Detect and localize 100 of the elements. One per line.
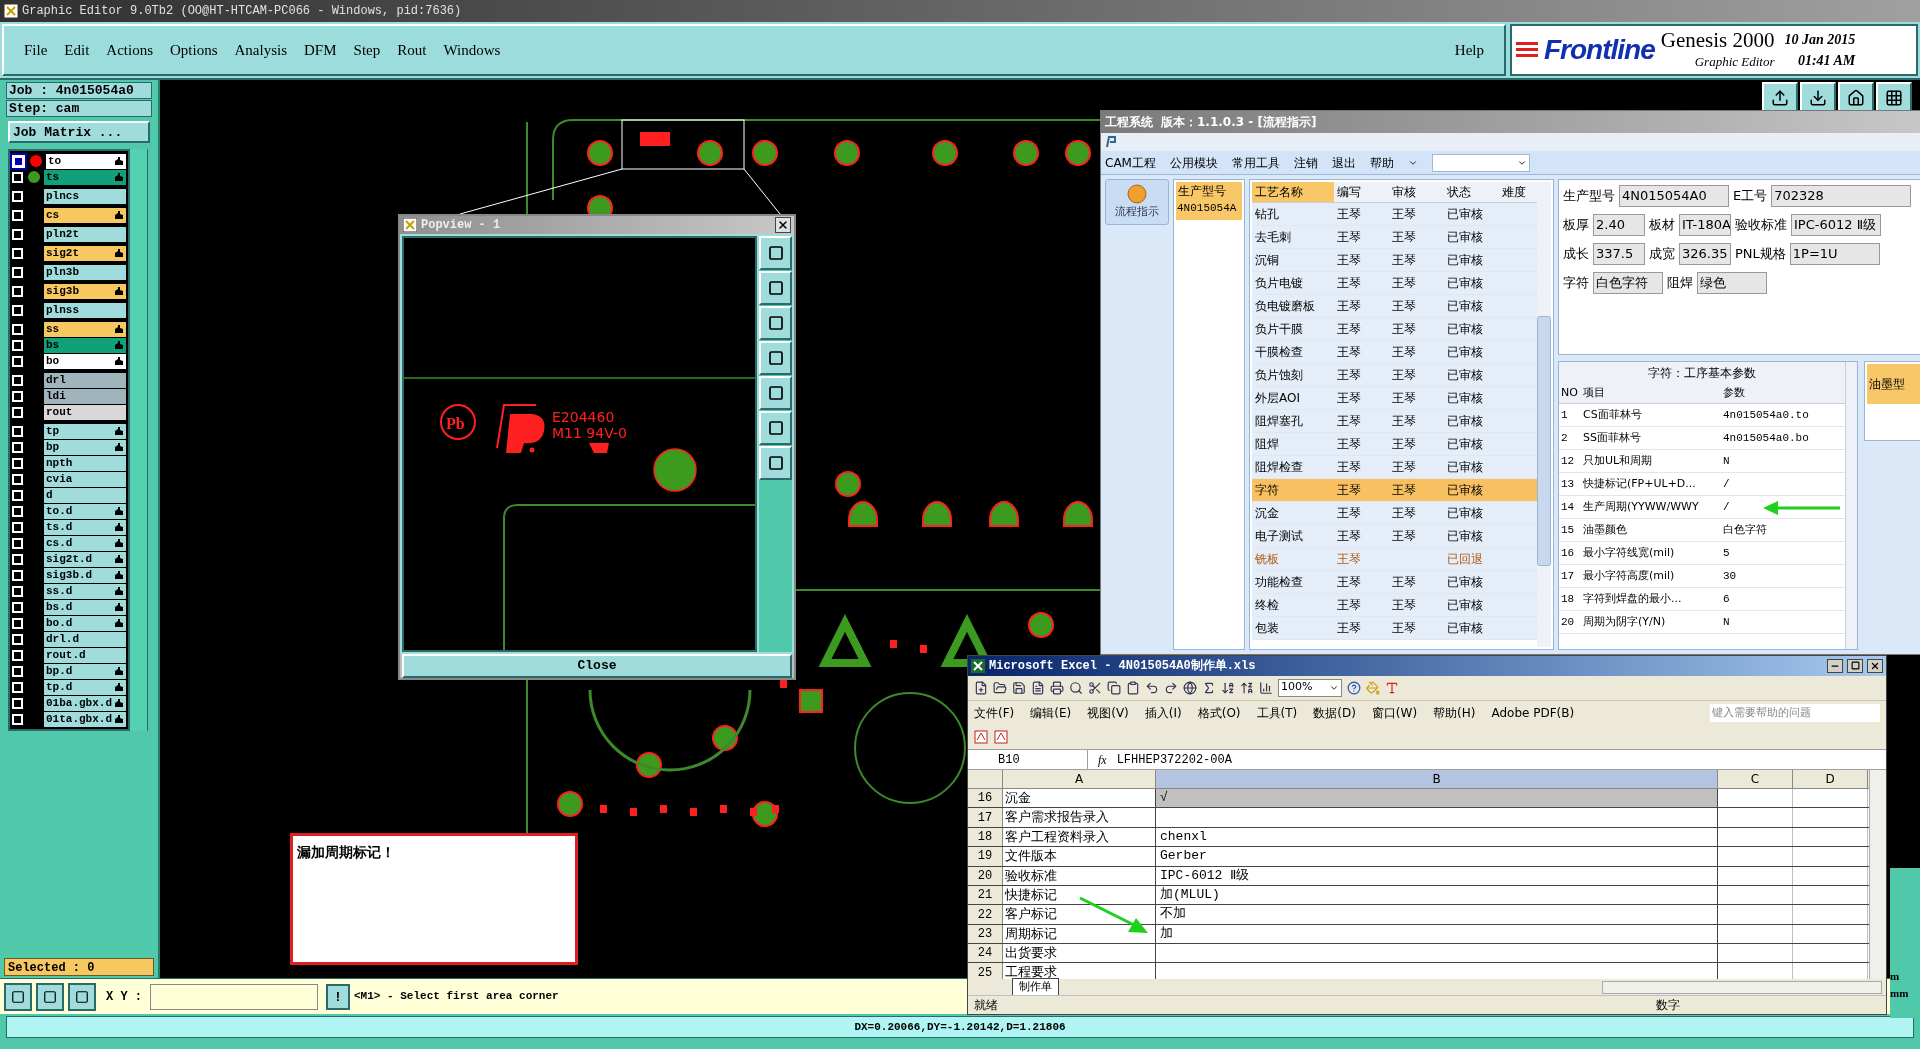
menu-item[interactable]: Edit	[64, 38, 90, 62]
font-color-icon[interactable]	[1385, 680, 1399, 695]
layer-name[interactable]: cvia	[44, 471, 126, 487]
help-icon[interactable]	[1347, 680, 1361, 695]
layer-checkbox[interactable]	[12, 569, 23, 581]
process-row[interactable]: 字符 王琴 王琴 已审核	[1252, 479, 1537, 502]
layer-name[interactable]: tp	[44, 423, 126, 439]
warning-button[interactable]: !	[326, 983, 350, 1010]
close-button[interactable]	[775, 217, 791, 233]
menu-item[interactable]: 公用模块	[1169, 153, 1218, 172]
layer-checkbox[interactable]	[12, 665, 23, 677]
model-item[interactable]: 4N015054A	[1176, 200, 1242, 220]
layer-checkbox[interactable]	[12, 266, 23, 278]
field-value[interactable]: 326.35	[1679, 243, 1731, 265]
tool-button[interactable]	[4, 982, 32, 1011]
field-value[interactable]: IT-180A	[1679, 214, 1731, 236]
layer-checkbox[interactable]	[12, 374, 23, 386]
menu-item[interactable]: Options	[170, 38, 218, 62]
layer-name[interactable]: d	[44, 487, 126, 503]
column-header[interactable]: 难度	[1499, 182, 1536, 202]
new-file-icon[interactable]	[974, 680, 988, 695]
layer-checkbox[interactable]	[12, 247, 23, 259]
document-icon[interactable]	[1031, 680, 1045, 695]
layer-checkbox[interactable]	[12, 457, 23, 469]
layer-checkbox[interactable]	[12, 323, 23, 335]
layer-name[interactable]: ss	[44, 321, 126, 337]
field-value[interactable]: IPC-6012 Ⅱ级	[1791, 214, 1881, 236]
menu-item[interactable]: Help	[1454, 38, 1484, 62]
menu-item[interactable]: Actions	[106, 38, 153, 62]
menu-item[interactable]: Analysis	[234, 38, 288, 62]
layer-name[interactable]: sig2t	[44, 245, 126, 261]
layer-name[interactable]: ss.d	[44, 583, 126, 599]
tool-button[interactable]	[36, 982, 64, 1011]
layer-checkbox[interactable]	[12, 441, 23, 453]
field-value[interactable]: 绿色	[1697, 272, 1767, 294]
process-row[interactable]: 阻焊 王琴 王琴 已审核	[1252, 433, 1537, 456]
layer-checkbox[interactable]	[12, 489, 23, 501]
name-box[interactable]: B10	[968, 750, 1088, 769]
layer-checkbox[interactable]	[12, 617, 23, 629]
tool-button[interactable]	[68, 982, 96, 1011]
layer-name[interactable]: ts	[44, 169, 126, 185]
scrollbar[interactable]	[1869, 769, 1886, 979]
paste-icon[interactable]	[1126, 680, 1140, 695]
view-tool-button[interactable]	[759, 446, 792, 480]
layer-name[interactable]: rout.d	[44, 647, 126, 663]
layer-checkbox[interactable]	[12, 339, 23, 351]
layer-name[interactable]: to.d	[44, 503, 126, 519]
layer-name[interactable]: bs.d	[44, 599, 126, 615]
folder-icon[interactable]	[993, 680, 1007, 695]
menu-item[interactable]: 窗口(W)	[1371, 703, 1418, 722]
process-row[interactable]: 阻焊塞孔 王琴 王琴 已审核	[1252, 410, 1537, 433]
layer-checkbox[interactable]	[12, 553, 23, 565]
process-row[interactable]: 负片电镀 王琴 王琴 已审核	[1252, 272, 1537, 295]
layer-checkbox[interactable]	[12, 154, 25, 168]
layer-name[interactable]: pln3b	[44, 264, 126, 280]
menu-item[interactable]: 注销	[1293, 153, 1318, 172]
maximize-button[interactable]	[1847, 658, 1863, 673]
copy-icon[interactable]	[1107, 680, 1121, 695]
cut-icon[interactable]	[1088, 680, 1102, 695]
chart-icon[interactable]	[1259, 680, 1273, 695]
field-value[interactable]: 4N015054A0	[1619, 185, 1729, 207]
scrollbar[interactable]	[1537, 182, 1551, 647]
zoom-field[interactable]: 100%	[1278, 678, 1342, 697]
layer-name[interactable]: tp.d	[44, 679, 126, 695]
process-row[interactable]: 沉金 王琴 王琴 已审核	[1252, 502, 1537, 525]
print-icon[interactable]	[1050, 680, 1064, 695]
flow-guide-button[interactable]: 流程指示	[1105, 179, 1169, 225]
help-search-field[interactable]: 键入需要帮助的问题	[1710, 703, 1880, 722]
layer-checkbox[interactable]	[12, 390, 23, 402]
menu-item[interactable]: 帮助(H)	[1433, 703, 1476, 722]
layer-checkbox[interactable]	[12, 425, 23, 437]
process-row[interactable]: 干膜检查 王琴 王琴 已审核	[1252, 341, 1537, 364]
menu-item[interactable]: 帮助	[1369, 153, 1394, 172]
process-row[interactable]: 沉铜 王琴 王琴 已审核	[1252, 249, 1537, 272]
layer-checkbox[interactable]	[12, 601, 23, 613]
layer-checkbox[interactable]	[12, 521, 23, 533]
layer-name[interactable]: ts.d	[44, 519, 126, 535]
layer-name[interactable]: 01ta.gbx.d	[44, 711, 126, 727]
layer-name[interactable]: sig3b	[44, 283, 126, 299]
row-header[interactable]: 25	[968, 963, 1003, 979]
view-tool-button[interactable]	[759, 411, 792, 445]
layer-name[interactable]: bo	[44, 353, 126, 369]
menu-item[interactable]: 格式(O)	[1197, 703, 1241, 722]
menu-item[interactable]: 视图(V)	[1087, 703, 1129, 722]
column-header[interactable]: 编写	[1334, 182, 1389, 202]
view-tool-button[interactable]	[759, 341, 792, 375]
layer-name[interactable]: rout	[44, 404, 126, 420]
close-button[interactable]	[1867, 658, 1883, 673]
process-row[interactable]: 铣板 王琴 已回退	[1252, 548, 1537, 571]
menu-item[interactable]: 数据(D)	[1313, 703, 1356, 722]
row-header[interactable]: 24	[968, 944, 1003, 963]
layer-checkbox[interactable]	[12, 697, 23, 709]
view-tool-button[interactable]	[759, 236, 792, 270]
layer-name[interactable]: plncs	[44, 188, 126, 204]
process-row[interactable]: 负片蚀刻 王琴 王琴 已审核	[1252, 364, 1537, 387]
column-header[interactable]: 参数	[1721, 384, 1845, 403]
layer-checkbox[interactable]	[12, 355, 23, 367]
field-value[interactable]: 1P=1U	[1789, 243, 1880, 265]
coordinate-field[interactable]	[150, 983, 318, 1010]
process-row[interactable]: 包装 王琴 王琴 已审核	[1252, 617, 1537, 640]
